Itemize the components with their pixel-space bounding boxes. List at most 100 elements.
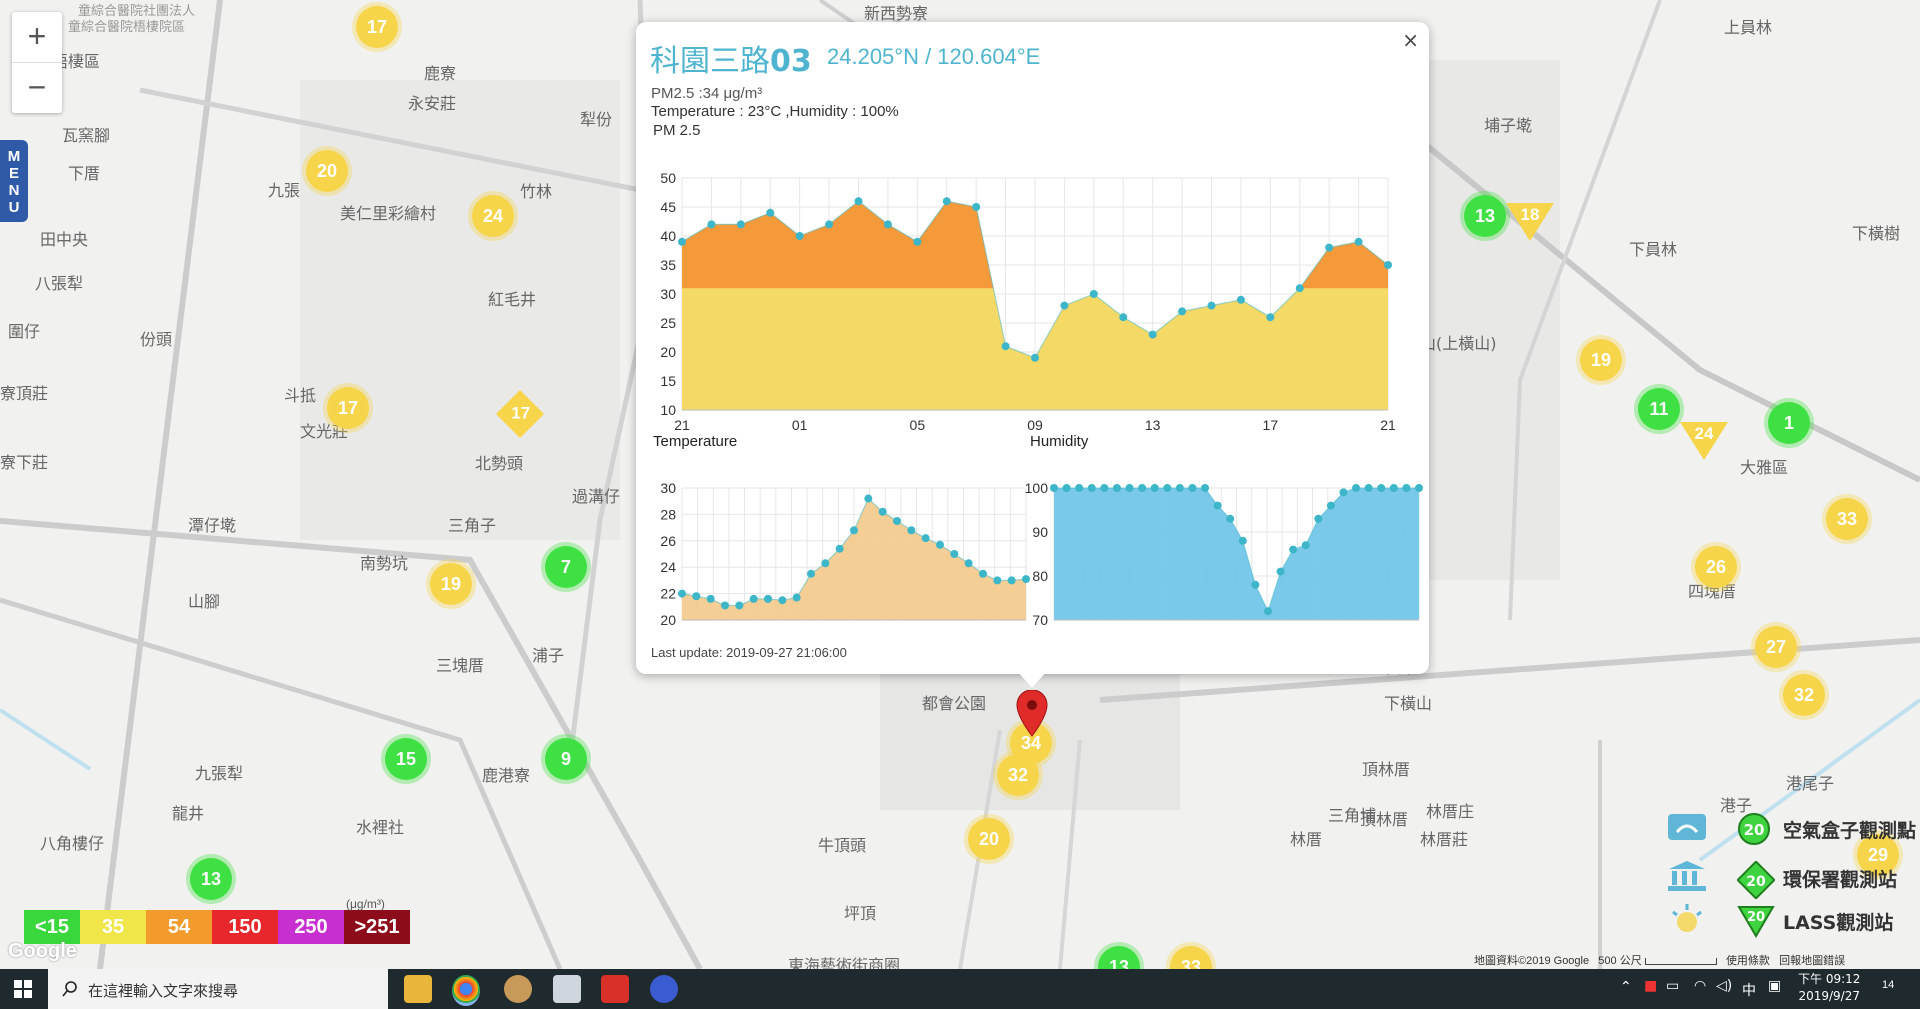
chrome-icon[interactable] (452, 975, 480, 1006)
station-popup: × 科園三路03 24.205°N / 120.604°E PM2.5 :34 … (636, 22, 1429, 674)
close-icon[interactable]: × (1402, 28, 1419, 52)
data-point (1001, 342, 1010, 351)
tray-chevron-icon[interactable]: ⌃ (1620, 979, 1632, 995)
station-marker[interactable]: 32 (997, 754, 1039, 796)
ime-indicator[interactable]: 中 (1742, 980, 1756, 1000)
place-label: 龍井 (172, 804, 205, 823)
legend-airbox: 20 空氣盒子觀測點 (1655, 808, 1920, 848)
data-point (1251, 580, 1260, 589)
windows-start-icon[interactable] (14, 980, 32, 998)
data-point (807, 569, 815, 578)
taskbar-clock[interactable]: 下午 09:12 2019/9/27 (1798, 971, 1860, 1005)
y-tick-label: 30 (660, 286, 676, 302)
notification-count[interactable]: 14 (1882, 979, 1894, 991)
wifi-icon[interactable]: ◠ (1694, 978, 1706, 994)
station-marker[interactable]: 20 (306, 150, 348, 192)
clock-date: 2019/9/27 (1798, 989, 1860, 1003)
data-point (993, 576, 1002, 585)
place-label: 份頭 (140, 330, 173, 349)
station-marker[interactable]: 7 (545, 546, 587, 588)
scale-item: <15 (24, 910, 80, 944)
y-tick-label: 90 (1032, 524, 1048, 540)
pm-chart-title: PM 2.5 (653, 122, 701, 139)
data-point (1178, 307, 1187, 316)
place-label: 山(上橫山) (1420, 334, 1497, 353)
scale-bar-label: 500 公尺 (1598, 955, 1642, 967)
app-icon[interactable] (601, 975, 629, 1003)
data-point (1213, 501, 1222, 510)
place-label: 頂林厝 (1360, 810, 1409, 829)
legend-lass-label: LASS觀測站 (1783, 912, 1894, 934)
data-point (979, 569, 987, 578)
y-tick-label: 28 (660, 506, 676, 522)
input-mode-icon[interactable]: ▣ (1768, 978, 1781, 994)
data-point (1201, 484, 1210, 492)
zoom-in-button[interactable]: + (12, 12, 62, 62)
zoom-out-button[interactable]: − (12, 63, 62, 113)
lass-station-marker[interactable]: 24 (1680, 422, 1728, 460)
selected-location-pin[interactable] (1016, 690, 1048, 738)
station-name: 科園三路 (650, 44, 770, 79)
data-point (1060, 301, 1069, 310)
data-point (1295, 284, 1304, 293)
data-point (1125, 484, 1134, 492)
station-marker[interactable]: 27 (1755, 626, 1797, 668)
place-label: 田中央 (40, 230, 89, 249)
menu-letter: E (8, 165, 19, 182)
data-point (1238, 536, 1247, 545)
data-point (735, 601, 744, 610)
app-icon[interactable] (504, 975, 532, 1003)
place-label: 鹿港寮 (482, 766, 531, 785)
report-error-link[interactable]: 回報地圖錯誤 (1779, 955, 1845, 967)
battery-icon[interactable]: ▭ (1666, 978, 1679, 994)
station-marker[interactable]: 13 (1464, 195, 1506, 237)
popup-pointer (1018, 672, 1046, 688)
security-icon[interactable]: ■ (1644, 978, 1657, 994)
airbox-symbol: 20 (1738, 813, 1770, 845)
google-logo[interactable]: Google (8, 940, 77, 963)
station-marker[interactable]: 33 (1826, 498, 1868, 540)
data-point (1389, 484, 1398, 492)
volume-icon[interactable]: ◁) (1716, 978, 1732, 994)
menu-tab[interactable]: MENU (0, 140, 28, 222)
station-marker[interactable]: 15 (385, 738, 427, 780)
y-tick-label: 40 (660, 228, 676, 244)
station-marker[interactable]: 24 (472, 195, 514, 237)
data-point (1301, 541, 1310, 550)
station-marker[interactable]: 20 (968, 818, 1010, 860)
airbox-symbol-value: 20 (1744, 821, 1765, 839)
place-label: 林厝莊 (1420, 830, 1469, 849)
station-marker[interactable]: 9 (545, 738, 587, 780)
lass-station-marker[interactable]: 18 (1506, 203, 1554, 241)
clock-time: 下午 09:12 (1798, 972, 1861, 986)
legend-epa: 20 環保署觀測站 (1655, 857, 1920, 899)
place-label: 頂林厝 (1362, 760, 1411, 779)
place-label: 埔子墘 (1484, 116, 1533, 135)
data-point (1100, 484, 1109, 492)
place-label: 南勢坑 (360, 554, 409, 573)
place-label: 過溝仔 (572, 487, 621, 506)
pm-reading: PM2.5 :34 μg/m³ (651, 85, 763, 102)
data-point (825, 220, 834, 229)
y-tick-label: 35 (660, 257, 676, 273)
terms-link[interactable]: 使用條款 (1726, 955, 1770, 967)
station-marker[interactable]: 13 (190, 858, 232, 900)
station-marker[interactable]: 19 (1580, 339, 1622, 381)
station-marker[interactable]: 26 (1695, 546, 1737, 588)
station-marker[interactable]: 17 (356, 6, 398, 48)
file-explorer-icon[interactable] (404, 975, 432, 1003)
place-label: 浦子 (532, 646, 565, 665)
data-point (893, 517, 901, 525)
x-tick-label: 13 (1145, 417, 1161, 433)
app-icon[interactable] (553, 975, 581, 1003)
taskbar-search[interactable]: 在這裡輸入文字來搜尋 (48, 969, 388, 1009)
station-marker[interactable]: 32 (1783, 674, 1825, 716)
app-icon[interactable] (650, 975, 678, 1003)
station-marker[interactable]: 17 (327, 387, 369, 429)
station-marker[interactable]: 19 (430, 563, 472, 605)
station-marker[interactable]: 1 (1768, 402, 1810, 444)
legend-epa-label: 環保署觀測站 (1783, 869, 1898, 891)
station-marker[interactable]: 11 (1638, 388, 1680, 430)
place-label: 寮下莊 (0, 453, 49, 472)
scale-bar (1644, 957, 1717, 965)
